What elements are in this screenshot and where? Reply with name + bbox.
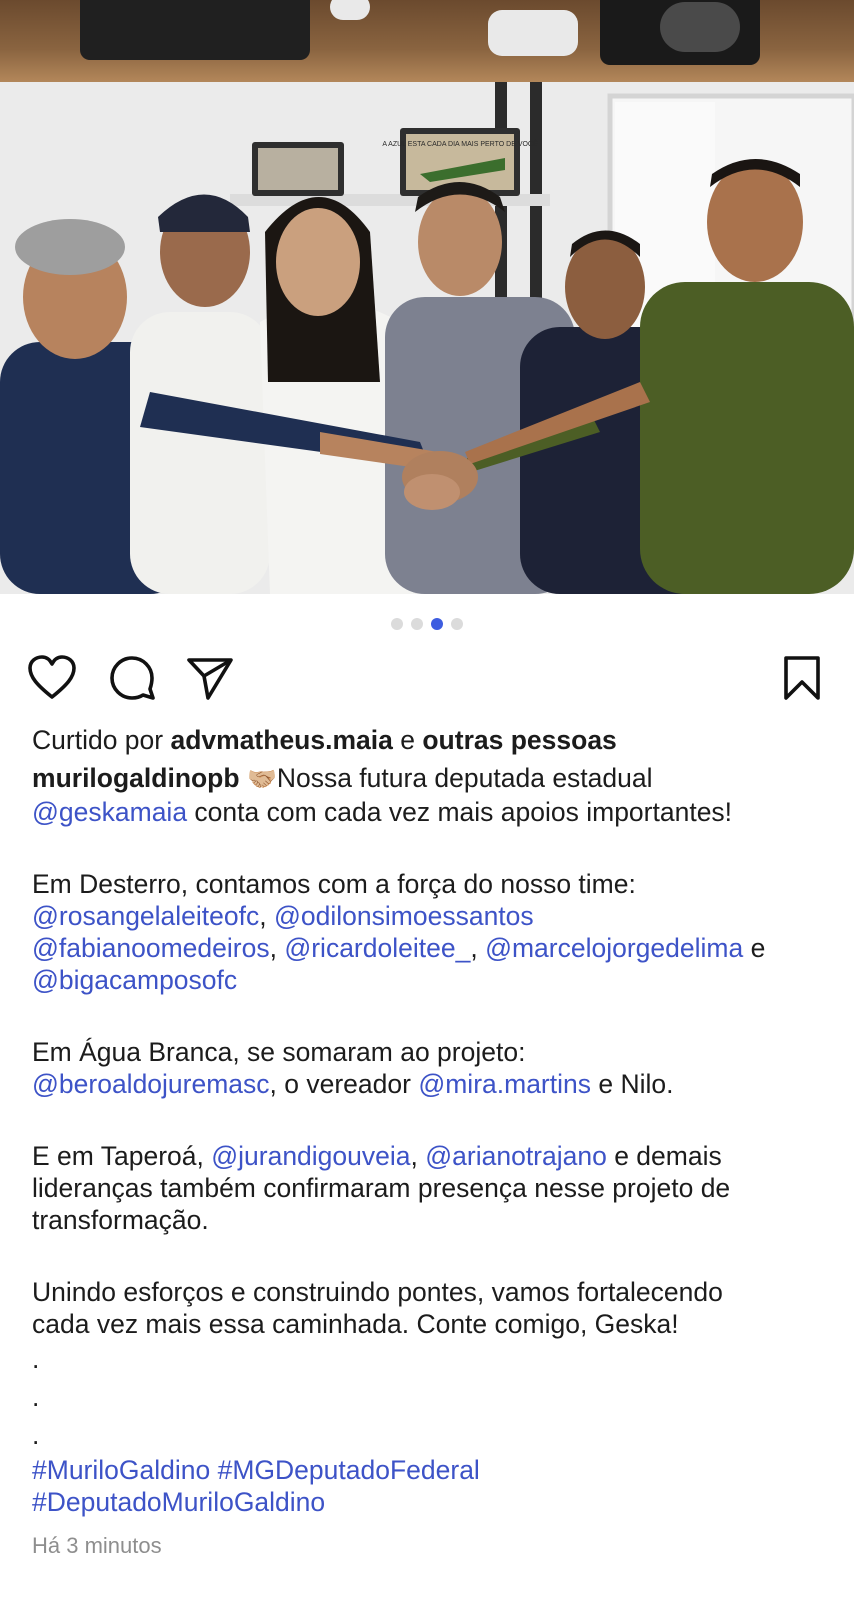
author-username[interactable]: murilogaldinopb bbox=[32, 763, 240, 793]
caption-line: @fabianoomedeiros, @ricardoleitee_, @mar… bbox=[32, 932, 832, 964]
punctuation: , bbox=[470, 933, 478, 963]
likes-prefix: Curtido por bbox=[32, 725, 164, 755]
share-icon bbox=[187, 658, 233, 700]
caption-dot: . bbox=[32, 1344, 40, 1374]
mention-link[interactable]: @arianotrajano bbox=[425, 1141, 607, 1171]
post-photo[interactable]: A AZUL ESTA CADA DIA MAIS PERTO DE VOCÊ bbox=[0, 82, 854, 594]
caption-line: @beroaldojuremasc, o vereador @mira.mart… bbox=[32, 1068, 832, 1100]
caption-line: @rosangelaleiteofc, @odilonsimoessantos bbox=[32, 900, 832, 932]
likes-user-link[interactable]: advmatheus.maia bbox=[170, 725, 392, 755]
caption-line: #DeputadoMuriloGaldino bbox=[32, 1486, 832, 1518]
caption-text: Unindo esforços e construindo pontes, va… bbox=[32, 1277, 723, 1307]
caption-text: Nossa futura deputada estadual bbox=[276, 763, 653, 793]
mention-link[interactable]: @fabianoomedeiros bbox=[32, 933, 270, 963]
punctuation: , bbox=[269, 933, 277, 963]
caption-text: transformação. bbox=[32, 1205, 209, 1235]
mention-link[interactable]: @beroaldojuremasc bbox=[32, 1069, 270, 1099]
caption-dot: . bbox=[32, 1420, 40, 1450]
post-timestamp: Há 3 minutos bbox=[32, 1533, 162, 1558]
plaque-text: A AZUL ESTA CADA DIA MAIS PERTO DE VOCÊ bbox=[382, 139, 538, 148]
caption-text: lideranças também confirmaram presença n… bbox=[32, 1173, 731, 1203]
caption-line: E em Taperoá, @jurandigouveia, @arianotr… bbox=[32, 1140, 832, 1172]
mention-link[interactable]: @mira.martins bbox=[418, 1069, 591, 1099]
hashtag-link[interactable]: #DeputadoMuriloGaldino bbox=[32, 1487, 325, 1517]
caption-dot: . bbox=[32, 1382, 40, 1412]
mention-link[interactable]: @ricardoleitee_ bbox=[284, 933, 470, 963]
caption-text: e demais bbox=[606, 1141, 722, 1171]
caption-text: Em Desterro, contamos com a força do nos… bbox=[32, 869, 636, 899]
caption-text: cada vez mais essa caminhada. Conte comi… bbox=[32, 1309, 679, 1339]
caption-text: E em Taperoá, bbox=[32, 1141, 212, 1171]
group-photo-illustration: A AZUL ESTA CADA DIA MAIS PERTO DE VOCÊ bbox=[0, 82, 854, 594]
hashtag-link[interactable]: #MGDeputadoFederal bbox=[218, 1455, 480, 1485]
caption-text: e Nilo. bbox=[591, 1069, 674, 1099]
caption-line: murilogaldinopb 🤝🏼Nossa futura deputada … bbox=[32, 762, 832, 796]
likes-others-link[interactable]: outras pessoas bbox=[422, 725, 616, 755]
mention-link[interactable]: @marcelojorgedelima bbox=[485, 933, 743, 963]
photo-top-strip bbox=[0, 0, 854, 82]
mention-link[interactable]: @jurandigouveia bbox=[211, 1141, 410, 1171]
hashtag-link[interactable]: #MuriloGaldino bbox=[32, 1455, 210, 1485]
caption-text: e bbox=[743, 933, 766, 963]
caption-text: conta com cada vez mais apoios important… bbox=[187, 797, 733, 827]
carousel-dot-active bbox=[431, 618, 443, 630]
caption-line: @geskamaia conta com cada vez mais apoio… bbox=[32, 796, 832, 828]
comment-button[interactable] bbox=[106, 652, 158, 704]
likes-summary: Curtido por advmatheus.maia e outras pes… bbox=[32, 724, 832, 756]
mention-link[interactable]: @geskamaia bbox=[32, 797, 187, 827]
mention-link[interactable]: @rosangelaleiteofc bbox=[32, 901, 259, 931]
likes-joiner: e bbox=[400, 725, 415, 755]
share-button[interactable] bbox=[184, 652, 236, 704]
like-button[interactable] bbox=[26, 652, 78, 704]
punctuation: , bbox=[410, 1141, 426, 1171]
carousel-dot bbox=[451, 618, 463, 630]
bookmark-icon bbox=[784, 656, 820, 700]
post-caption: Curtido por advmatheus.maia e outras pes… bbox=[32, 724, 832, 1562]
post-action-bar bbox=[0, 652, 854, 704]
caption-text: , o vereador bbox=[269, 1069, 419, 1099]
comment-icon bbox=[110, 656, 155, 700]
caption-text: Em Água Branca, se somaram ao projeto: bbox=[32, 1037, 526, 1067]
carousel-dot bbox=[391, 618, 403, 630]
caption-line: #MuriloGaldino #MGDeputadoFederal bbox=[32, 1454, 832, 1486]
bookmark-button[interactable] bbox=[776, 652, 828, 704]
mention-link[interactable]: @odilonsimoessantos bbox=[274, 901, 534, 931]
handshake-emoji: 🤝🏼 bbox=[246, 766, 277, 793]
carousel-indicator bbox=[0, 618, 854, 630]
heart-icon bbox=[28, 655, 76, 699]
mention-link[interactable]: @bigacamposofc bbox=[32, 965, 237, 995]
punctuation: , bbox=[259, 901, 267, 931]
caption-line: @bigacamposofc bbox=[32, 964, 832, 996]
carousel-dot bbox=[411, 618, 423, 630]
